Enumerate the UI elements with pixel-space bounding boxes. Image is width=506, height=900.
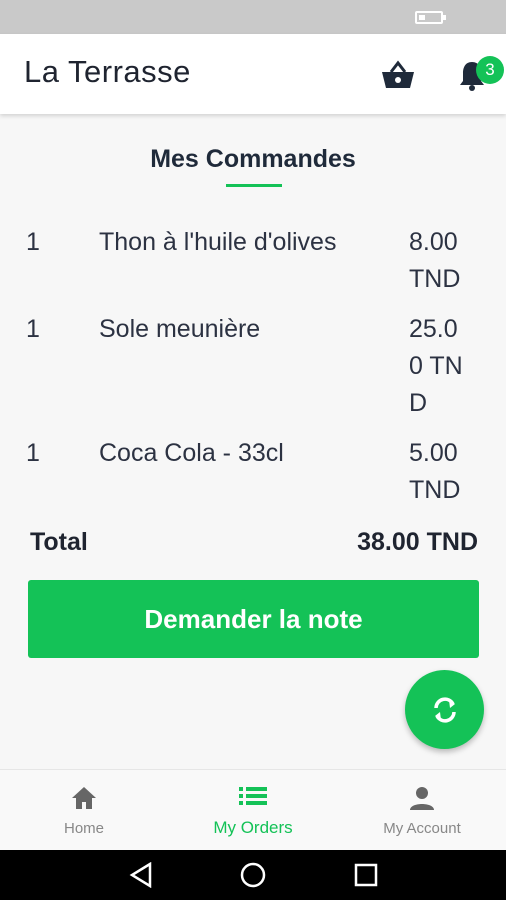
order-price: 25.00 TND: [409, 315, 463, 417]
page-title: Mes Commandes: [150, 145, 356, 173]
app-bar: La Terrasse 3: [0, 34, 506, 114]
nav-label-my-orders: My Orders: [213, 818, 293, 837]
person-icon: [410, 787, 434, 810]
order-name: Sole meunière: [99, 315, 261, 343]
recents-icon[interactable]: [354, 863, 378, 887]
title-underline: [226, 184, 282, 187]
order-qty: 1: [26, 315, 40, 343]
list-icon: [239, 787, 267, 805]
home-circle-icon[interactable]: [240, 862, 266, 888]
refresh-button[interactable]: [405, 670, 484, 749]
basket-icon[interactable]: [380, 60, 416, 90]
order-price: 5.00 TND: [409, 439, 461, 504]
notification-badge: 3: [476, 56, 504, 84]
nav-my-account[interactable]: My Account: [338, 770, 506, 851]
nav-my-orders[interactable]: My Orders: [169, 770, 337, 851]
nav-label-my-account: My Account: [383, 820, 461, 837]
order-price: 8.00 TND: [409, 228, 461, 293]
total-value: 38.00 TND: [357, 528, 478, 556]
request-bill-button[interactable]: Demander la note: [28, 580, 479, 658]
app-title: La Terrasse: [24, 54, 191, 89]
total-label: Total: [30, 528, 88, 556]
order-name: Coca Cola - 33cl: [99, 439, 284, 467]
refresh-icon: [433, 696, 456, 723]
order-name: Thon à l'huile d'olives: [99, 228, 337, 256]
status-bar: [0, 0, 506, 34]
home-icon: [72, 787, 96, 809]
bottom-nav: Home My Orders My Account: [0, 769, 506, 851]
battery-icon: [415, 11, 446, 24]
nav-label-home: Home: [63, 820, 104, 837]
order-qty: 1: [26, 439, 40, 467]
order-qty: 1: [26, 228, 40, 256]
nav-home[interactable]: Home: [0, 770, 168, 851]
back-icon[interactable]: [128, 862, 154, 888]
system-nav-bar: [0, 850, 506, 900]
